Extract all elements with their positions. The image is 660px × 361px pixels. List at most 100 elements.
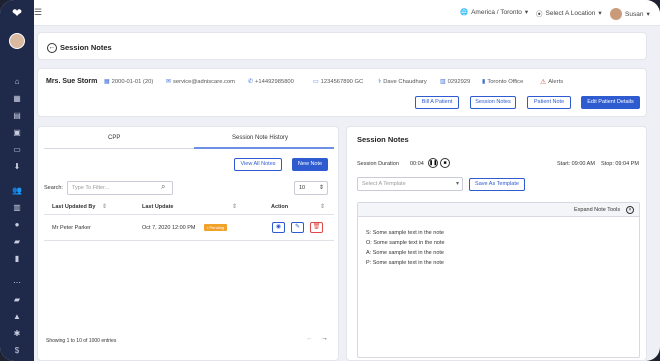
stop-icon[interactable]: ■ [440,158,450,168]
back-arrow-icon[interactable]: ← [47,43,57,53]
next-page-icon[interactable]: → [321,335,328,342]
location-pin-icon: ⦿ [536,11,543,18]
page-size-value: 10 [299,185,306,191]
session-duration-label: Session Duration [357,161,399,167]
location-selector[interactable]: ⦿ Select A Location ▾ [536,8,602,19]
chart-icon[interactable]: ▮ [10,252,24,266]
patient-email: ✉ service@adniscare.com [166,78,235,86]
location-label: Select A Location [545,9,596,17]
patient-note-button[interactable]: Patient Note [527,96,571,109]
chevron-down-icon: ▾ [455,181,459,187]
note-line-s: S: Some sample text in the note [366,230,444,236]
row-divider [44,240,334,241]
patient-phone: ✆ +14492985800 [248,78,294,86]
new-note-button[interactable]: New Note [292,158,328,171]
column-header-last-update[interactable]: Last Update [142,204,173,210]
calendar-icon[interactable]: ▦ [10,92,24,106]
patient-dob: ▦ 2000-01-01 (20) [104,78,154,86]
view-all-notes-button[interactable]: View All Notes [234,158,282,171]
search-icon: ⌕ [161,182,166,191]
template-select-placeholder: Select A Template [362,181,406,187]
active-tab-indicator [194,147,334,149]
globe-icon: 🌐 [460,9,469,16]
bill-patient-button[interactable]: Bill A Patient [415,96,459,109]
menu-dots-icon[interactable]: ⋯ [10,276,24,290]
user-avatar [610,8,622,20]
search-input[interactable]: Type To Filter... [67,181,173,195]
note-line-a: A: Some sample text in the note [366,250,444,256]
grid-icon[interactable]: ▣ [10,126,24,140]
user-icon[interactable]: ● [10,218,24,232]
template-select[interactable]: Select A Template ▾ [357,177,463,191]
chevron-up-icon[interactable]: ˄ [626,206,634,214]
session-start-time: Start: 09:00 AM [557,161,595,167]
region-label: America / Toronto [471,8,522,16]
patient-health-card: ▭ 1234567890 GC [313,78,364,86]
note-line-o: O: Some sample text in the note [366,240,445,246]
session-notes-button[interactable]: Session Notes [470,96,516,109]
clipboard-icon[interactable]: ▥ [10,201,24,215]
column-header-action: Action [271,204,289,210]
edit-pencil-icon[interactable]: ✎ [291,222,304,233]
flask-icon[interactable]: ▲ [10,310,24,324]
settings-icon[interactable]: ✱ [10,327,24,341]
app-frame: ❤ ⌂ ▦ ▤ ▣ ▭ ⬇ 👥 ▥ ● ▰ ▮ ⋯ ▰ ▲ ✱ $ ☰ 🌐 Am… [0,0,660,361]
app-logo-icon: ❤ [11,6,23,20]
save-as-template-button[interactable]: Save As Template [469,178,525,191]
phone-icon: ✆ [248,79,254,85]
status-badge: • Pending [204,224,228,231]
folder-open-icon[interactable]: ▰ [10,293,24,307]
id-card-icon: ▭ [313,79,319,85]
patient-doctor: ⚕ Dave Chaudhary [378,78,427,86]
patient-office: ▮ Toronto Office [482,78,524,86]
chevron-updown-icon: ⇕ [318,185,324,191]
note-line-p: P: Some sample text in the note [366,260,444,266]
sidebar-avatar[interactable] [9,33,25,49]
session-stop-time: Stop: 09:04 PM [601,161,639,167]
page-size-select[interactable]: 10 ⇕ [294,181,328,195]
delete-trash-icon[interactable]: 🗑 [310,222,323,233]
home-icon[interactable]: ⌂ [10,75,24,89]
chevron-down-icon: ▾ [598,10,602,17]
tab-cpp[interactable]: CPP [108,135,120,141]
pause-icon[interactable]: ❚❚ [428,158,438,168]
session-notes-heading: Session Notes [357,135,409,144]
session-duration-value: 00:04 [410,161,424,167]
user-menu[interactable]: Susan ▾ [610,8,650,20]
barcode-icon: ▥ [440,79,446,85]
patient-name: Mrs. Sue Storm [46,78,98,85]
sort-icon[interactable]: ⇕ [320,203,325,210]
top-bar: ☰ 🌐 America / Toronto ▾ ⦿ Select A Locat… [34,0,660,26]
chevron-down-icon: ▾ [646,11,650,18]
users-icon[interactable]: 👥 [10,184,24,198]
column-header-updated-by[interactable]: Last Updated By [52,204,95,210]
sidebar: ❤ ⌂ ▦ ▤ ▣ ▭ ⬇ 👥 ▥ ● ▰ ▮ ⋯ ▰ ▲ ✱ $ [0,0,34,361]
page-header: ← Session Notes [37,32,647,60]
view-eye-icon[interactable]: ◉ [272,222,285,233]
search-label: Search: [44,185,63,191]
warning-icon: ⚠ [540,79,547,86]
row-updated-by: Mr Peter Parker [52,225,91,231]
chevron-down-icon: ▾ [524,9,529,16]
page-title: Session Notes [60,43,112,52]
pagination-info: Showing 1 to 10 of 1000 entries [46,338,117,344]
patient-alerts[interactable]: ⚠ Alerts [540,78,563,86]
dollar-icon[interactable]: $ [10,344,24,358]
download-icon[interactable]: ⬇ [10,160,24,174]
user-name: Susan [625,10,644,18]
hamburger-menu-icon[interactable]: ☰ [34,7,42,18]
card-icon[interactable]: ▭ [10,143,24,157]
sort-icon[interactable]: ⇕ [102,203,107,210]
doctor-icon: ⚕ [378,79,382,85]
note-editor[interactable]: Expand Note Tools ˄ S: Some sample text … [357,202,640,358]
table-header-divider [44,214,334,215]
edit-patient-details-button[interactable]: Edit Patient Details [581,96,640,109]
mail-icon: ✉ [166,79,172,85]
expand-note-tools-label[interactable]: Expand Note Tools [574,207,620,213]
prev-page-icon[interactable]: ← [306,335,313,342]
tab-session-note-history[interactable]: Session Note History [232,135,288,141]
folder-icon[interactable]: ▰ [10,235,24,249]
document-icon[interactable]: ▤ [10,109,24,123]
sort-icon[interactable]: ⇕ [232,203,237,210]
region-selector[interactable]: 🌐 America / Toronto ▾ [460,8,529,17]
